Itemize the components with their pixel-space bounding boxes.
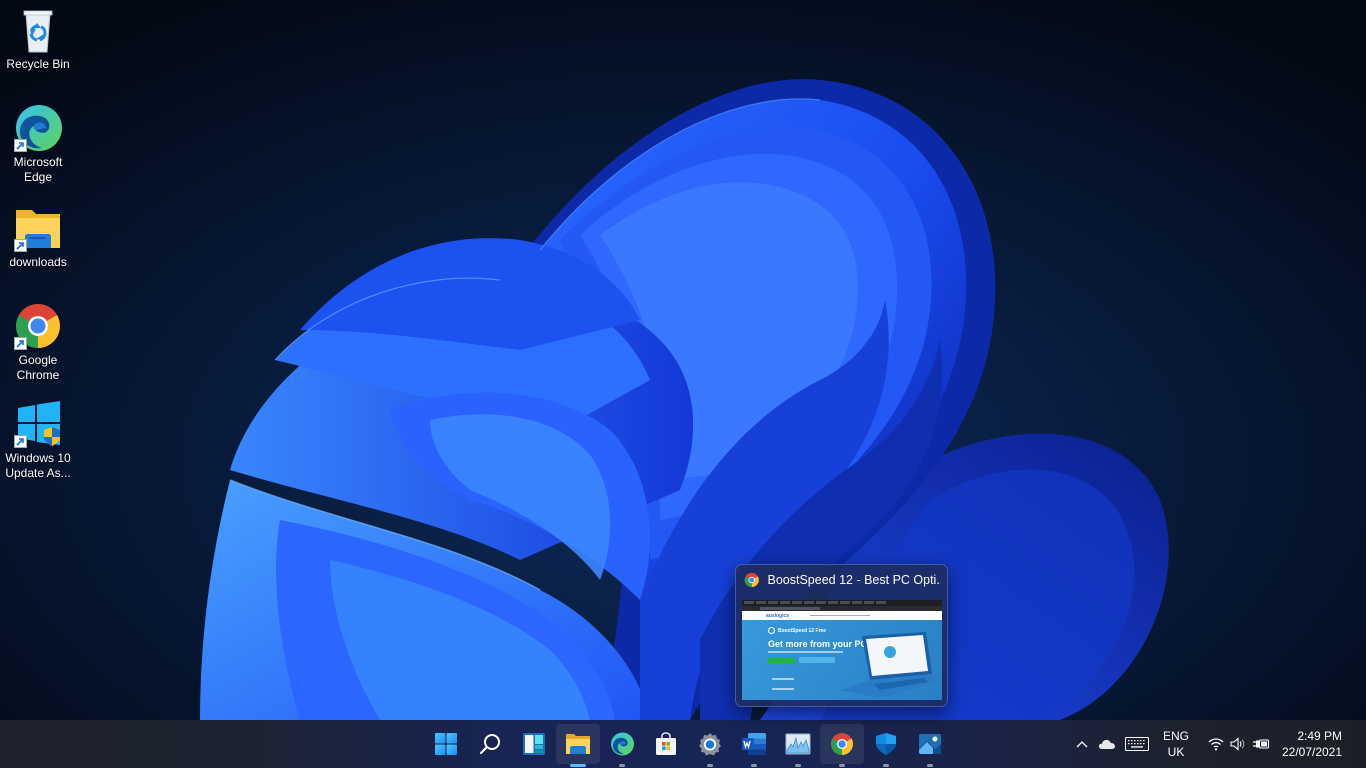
widgets-button[interactable] <box>512 724 556 764</box>
touch-keyboard-button[interactable] <box>1120 724 1154 764</box>
desktop-icon-label: Windows 10 Update As... <box>5 451 71 480</box>
windows-start-icon <box>435 733 457 755</box>
show-hidden-icons-button[interactable] <box>1070 724 1094 764</box>
laptop-illustration <box>840 632 936 698</box>
keyboard-icon <box>1125 737 1149 751</box>
desktop-icon-label: Microsoft Edge <box>13 155 63 184</box>
clock-date: 22/07/2021 <box>1281 745 1343 759</box>
photos-icon <box>919 734 941 754</box>
desktop-icon-label: Google Chrome <box>16 353 60 382</box>
microsoft-edge-icon <box>14 104 62 152</box>
taskbar-file-explorer[interactable] <box>556 724 600 767</box>
folder-icon <box>14 204 62 252</box>
taskbar-microsoft-store[interactable] <box>644 724 688 764</box>
running-indicator <box>707 764 713 767</box>
settings-gear-icon <box>699 733 721 756</box>
thumbnail-site-nav: auslogics <box>742 611 942 620</box>
preview-title: BoostSpeed 12 - Best PC Opti... <box>767 573 941 587</box>
start-button[interactable] <box>424 724 468 764</box>
running-indicator <box>795 764 801 767</box>
shortcut-arrow-icon <box>14 139 27 152</box>
taskbar-google-chrome[interactable] <box>820 724 864 767</box>
google-chrome-icon <box>14 302 62 350</box>
desktop-wallpaper <box>0 0 1366 768</box>
desktop-icon-windows-update-assistant[interactable]: Windows 10 Update As... <box>2 400 74 481</box>
desktop-icon-label: Recycle Bin <box>6 57 70 71</box>
thumbnail-secondary-button <box>799 657 835 663</box>
battery-charging-icon <box>1253 739 1270 749</box>
search-icon <box>479 734 500 755</box>
windows-logo-icon <box>14 400 62 448</box>
language-code: ENG <box>1162 729 1189 743</box>
thumbnail-site-logo: auslogics <box>766 613 790 619</box>
microsoft-store-icon <box>656 732 676 755</box>
resource-monitor-icon <box>785 733 811 755</box>
shortcut-arrow-icon <box>14 337 27 350</box>
quick-settings-button[interactable] <box>1204 724 1274 764</box>
running-indicator <box>883 764 889 767</box>
thumbnail-hero: BoostSpeed 12 Free Get more from your PC <box>742 620 942 700</box>
system-tray: ENG UK 2:49 PM 22/07/2021 <box>1070 720 1366 768</box>
taskbar-apps <box>424 720 952 768</box>
chevron-up-icon <box>1076 741 1088 748</box>
running-indicator <box>619 764 625 767</box>
desktop-icon-microsoft-edge[interactable]: Microsoft Edge <box>2 104 74 185</box>
clock-time: 2:49 PM <box>1297 729 1343 743</box>
running-indicator <box>839 764 845 767</box>
microsoft-edge-icon <box>611 732 634 756</box>
search-button[interactable] <box>468 724 512 764</box>
taskbar-resource-monitor[interactable] <box>776 724 820 767</box>
desktop-icon-label: downloads <box>9 255 67 269</box>
taskbar-settings[interactable] <box>688 724 732 767</box>
input-language-button[interactable]: ENG UK <box>1154 724 1198 764</box>
word-icon <box>742 733 766 755</box>
taskbar-word[interactable] <box>732 724 776 767</box>
google-chrome-icon <box>744 572 759 588</box>
shortcut-arrow-icon <box>14 239 27 252</box>
onedrive-button[interactable] <box>1094 724 1120 764</box>
taskbar-photos[interactable] <box>908 724 952 767</box>
thumbnail-download-button <box>768 657 795 663</box>
wifi-icon <box>1208 738 1224 751</box>
taskbar-window-preview[interactable]: BoostSpeed 12 - Best PC Opti... auslogic… <box>735 564 948 707</box>
volume-icon <box>1230 737 1245 751</box>
language-region: UK <box>1167 745 1185 759</box>
preview-header: BoostSpeed 12 - Best PC Opti... <box>744 571 941 589</box>
taskbar-windows-security[interactable] <box>864 724 908 767</box>
preview-thumbnail[interactable]: auslogics BoostSpeed 12 Free Get more fr… <box>742 600 942 700</box>
google-chrome-icon <box>831 733 853 755</box>
running-indicator <box>927 764 933 767</box>
shortcut-arrow-icon <box>14 435 27 448</box>
clock-button[interactable]: 2:49 PM 22/07/2021 <box>1274 724 1366 764</box>
file-explorer-icon <box>566 734 590 754</box>
desktop-icon-google-chrome[interactable]: Google Chrome <box>2 302 74 383</box>
windows-security-shield-icon <box>876 733 896 755</box>
recycle-bin-icon <box>14 6 62 54</box>
running-indicator <box>570 764 586 767</box>
taskbar: ENG UK 2:49 PM 22/07/2021 <box>0 720 1366 768</box>
desktop-icon-downloads[interactable]: downloads <box>2 204 74 270</box>
desktop-icon-recycle-bin[interactable]: Recycle Bin <box>2 6 74 72</box>
thumbnail-brand: BoostSpeed 12 Free <box>768 627 826 634</box>
widgets-icon <box>523 733 545 755</box>
onedrive-cloud-icon <box>1098 739 1115 749</box>
taskbar-microsoft-edge[interactable] <box>600 724 644 767</box>
running-indicator <box>751 764 757 767</box>
